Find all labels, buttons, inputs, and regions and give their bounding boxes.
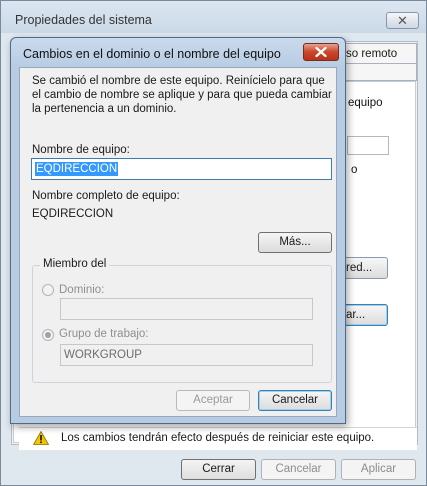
text-fragment: o: [351, 164, 358, 176]
workgroup-input[interactable]: WORKGROUP: [60, 344, 313, 366]
dialog-close-button[interactable]: [303, 43, 339, 61]
tab-remote[interactable]: so remoto: [341, 43, 417, 63]
close-icon: ✕: [397, 12, 408, 28]
full-name-label: Nombre completo de equipo:: [32, 190, 180, 202]
button-label: ar...: [346, 309, 366, 321]
change-button[interactable]: ar...: [341, 304, 388, 326]
description-input[interactable]: [347, 136, 389, 155]
tab-strip: [341, 63, 417, 81]
rename-dialog: Cambios en el dominio o el nombre del eq…: [10, 37, 346, 424]
domain-input[interactable]: [60, 298, 313, 320]
member-of-legend: Miembro del: [40, 258, 110, 270]
computer-name-value: EQDIRECCION: [35, 162, 119, 176]
window-title: Propiedades del sistema: [15, 13, 152, 27]
workgroup-label: Grupo de trabajo:: [59, 328, 149, 340]
cancel-button-bg[interactable]: Cancelar: [261, 459, 336, 480]
apply-button[interactable]: Aplicar: [341, 459, 416, 480]
computer-name-label: Nombre de equipo:: [32, 144, 130, 156]
warning-bar: Los cambios tendrán efecto después de re…: [19, 427, 417, 450]
ok-button[interactable]: Aceptar: [176, 390, 250, 411]
warning-icon: [33, 431, 49, 445]
more-button[interactable]: Más...: [258, 232, 332, 253]
cancel-button[interactable]: Cancelar: [258, 390, 332, 411]
warning-text: Los cambios tendrán efecto después de re…: [61, 432, 375, 444]
domain-label: Dominio:: [59, 284, 105, 296]
network-id-button[interactable]: red...: [341, 257, 388, 279]
close-icon: [315, 47, 327, 57]
window-titlebar: Propiedades del sistema ✕: [1, 1, 426, 33]
window-close-button[interactable]: ✕: [386, 12, 419, 29]
button-label: red...: [346, 262, 373, 274]
close-button[interactable]: Cerrar: [181, 459, 256, 480]
dialog-message: Se cambió el nombre de este equipo. Rein…: [32, 75, 332, 115]
workgroup-radio[interactable]: [42, 329, 54, 341]
dialog-title: Cambios en el dominio o el nombre del eq…: [23, 47, 281, 61]
domain-radio[interactable]: [42, 284, 54, 296]
full-name-value: EQDIRECCION: [32, 208, 114, 220]
dialog-body: Se cambió el nombre de este equipo. Rein…: [19, 67, 337, 417]
computer-name-input[interactable]: EQDIRECCION: [31, 158, 332, 180]
text-fragment: equipo: [348, 97, 383, 109]
